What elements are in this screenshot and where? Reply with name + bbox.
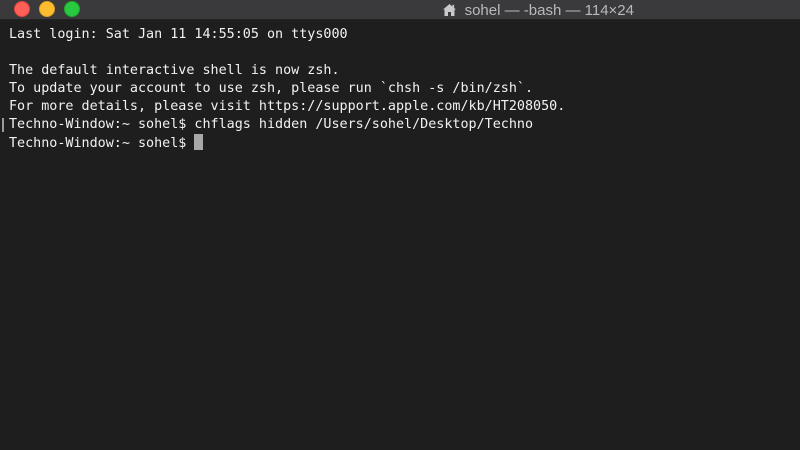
terminal-line: The default interactive shell is now zsh…: [9, 63, 340, 78]
shell-prompt: Techno-Window:~ sohel$: [9, 136, 187, 151]
text-cursor: [194, 134, 204, 150]
window-title-area: sohel — -bash — 114×24: [0, 0, 800, 20]
terminal-window: sohel — -bash — 114×24 Last login: Sat J…: [0, 0, 800, 450]
terminal-output[interactable]: Last login: Sat Jan 11 14:55:05 on ttys0…: [0, 20, 800, 450]
home-icon: [442, 3, 457, 17]
prompt-line[interactable]: Techno-Window:~ sohel$: [9, 134, 800, 152]
terminal-line: Last login: Sat Jan 11 14:55:05 on ttys0…: [9, 27, 348, 42]
window-title: sohel — -bash — 114×24: [464, 1, 634, 19]
title-bar[interactable]: sohel — -bash — 114×24: [0, 0, 800, 20]
terminal-line: For more details, please visit https://s…: [9, 99, 566, 114]
terminal-line: Techno-Window:~ sohel$ chflags hidden /U…: [9, 117, 534, 132]
terminal-line: To update your account to use zsh, pleas…: [9, 81, 534, 96]
